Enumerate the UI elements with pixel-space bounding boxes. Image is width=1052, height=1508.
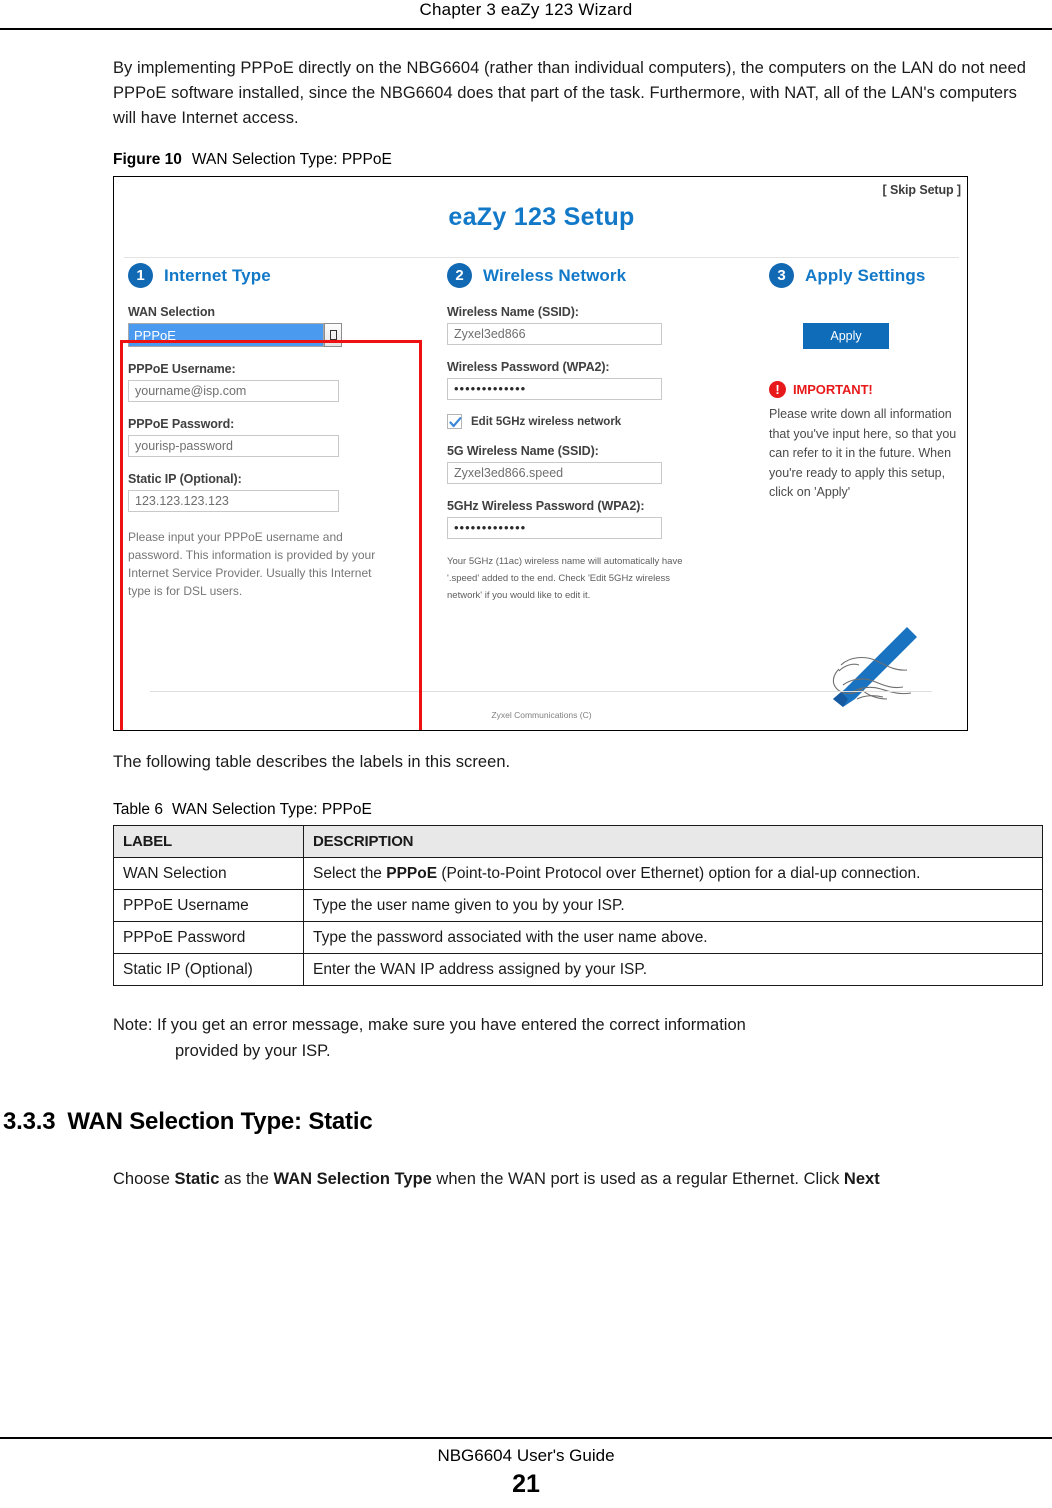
note-line-1: Note: If you get an error message, make … bbox=[113, 1016, 746, 1034]
step-1-badge: 1 bbox=[128, 263, 153, 288]
wireless-5g-password-input[interactable]: ••••••••••••• bbox=[447, 517, 662, 539]
row-description: Select the PPPoE (Point-to-Point Protoco… bbox=[303, 857, 1043, 890]
section-heading: 3.3.3 WAN Selection Type: Static bbox=[3, 1108, 933, 1136]
table-row: PPPoE Password Type the password associa… bbox=[113, 921, 1043, 954]
hand-holding-pen-illustration bbox=[821, 613, 951, 708]
figure-caption: Figure 10 WAN Selection Type: PPPoE bbox=[113, 151, 1043, 169]
static-ip-input[interactable]: 123.123.123.123 bbox=[128, 490, 339, 512]
table-caption-text: WAN Selection Type: PPPoE bbox=[171, 801, 372, 818]
important-header: ! IMPORTANT! bbox=[769, 381, 967, 398]
label-description-table: LABEL DESCRIPTION WAN Selection Select t… bbox=[113, 825, 1043, 986]
wan-selection-select[interactable]: PPPoE bbox=[128, 323, 342, 347]
wireless-5g-ssid-input[interactable]: Zyxel3ed866.speed bbox=[447, 462, 662, 484]
note-line-2: provided by your ISP. bbox=[175, 1042, 331, 1060]
step-1-header: 1 Internet Type bbox=[128, 263, 428, 288]
wireless-5g-password-label: 5GHz Wireless Password (WPA2): bbox=[447, 499, 645, 513]
footer-divider bbox=[0, 1437, 1052, 1439]
column-header-description: DESCRIPTION bbox=[303, 825, 1043, 858]
section-para-part-1: Choose bbox=[113, 1170, 175, 1188]
note-block: Note: If you get an error message, make … bbox=[113, 1012, 1043, 1064]
alert-exclamation-icon: ! bbox=[769, 381, 786, 398]
checkbox-checked-icon[interactable] bbox=[447, 414, 462, 429]
table-header-row: LABEL DESCRIPTION bbox=[113, 825, 1043, 858]
footer-page-number: 21 bbox=[512, 1470, 540, 1498]
section-para-part-2: as the bbox=[219, 1170, 274, 1188]
page-content: By implementing PPPoE directly on the NB… bbox=[3, 56, 1043, 1192]
figure-label: Figure 10 bbox=[113, 151, 182, 168]
desc-post: (Point-to-Point Protocol over Ethernet) … bbox=[437, 865, 921, 882]
step-3-apply-settings: 3 Apply Settings Apply ! IMPORTANT! Plea… bbox=[769, 263, 967, 707]
figure-caption-text: WAN Selection Type: PPPoE bbox=[191, 151, 392, 168]
wan-selection-value: PPPoE bbox=[134, 327, 176, 343]
row-description: Enter the WAN IP address assigned by you… bbox=[303, 953, 1043, 986]
wan-selection-label: WAN Selection bbox=[128, 305, 215, 319]
skip-setup-link[interactable]: [ Skip Setup ] bbox=[883, 183, 962, 197]
section-paragraph: Choose Static as the WAN Selection Type … bbox=[113, 1166, 1043, 1192]
desc-bold: PPPoE bbox=[386, 865, 438, 882]
table-row: PPPoE Username Type the user name given … bbox=[113, 889, 1043, 922]
edit-5ghz-label: Edit 5GHz wireless network bbox=[471, 415, 622, 428]
desc-pre: Select the bbox=[313, 865, 387, 882]
step-3-badge: 3 bbox=[769, 263, 794, 288]
important-text: Please write down all information that y… bbox=[769, 407, 957, 499]
step-1-title: Internet Type bbox=[164, 265, 271, 285]
step-3-header: 3 Apply Settings bbox=[769, 263, 967, 288]
wireless-password-label: Wireless Password (WPA2): bbox=[447, 360, 610, 374]
wireless-password-input[interactable]: ••••••••••••• bbox=[447, 378, 662, 400]
step-2-header: 2 Wireless Network bbox=[447, 263, 717, 288]
step-2-badge: 2 bbox=[447, 263, 472, 288]
running-header: Chapter 3 eaZy 123 Wizard bbox=[419, 0, 633, 19]
section-para-part-3: when the WAN port is used as a regular E… bbox=[431, 1170, 844, 1188]
row-label: PPPoE Username bbox=[113, 889, 304, 922]
intro-paragraph: By implementing PPPoE directly on the NB… bbox=[113, 59, 1026, 127]
section-title: WAN Selection Type: Static bbox=[67, 1108, 373, 1135]
step-1-hint: Please input your PPPoE username and pas… bbox=[128, 530, 376, 598]
table-label: Table 6 bbox=[113, 801, 163, 818]
figure-footer-divider bbox=[150, 691, 932, 692]
after-figure-paragraph: The following table describes the labels… bbox=[113, 753, 511, 771]
wireless-ssid-label: Wireless Name (SSID): bbox=[447, 305, 579, 319]
wizard-screenshot: [ Skip Setup ] eaZy 123 Setup 1 Internet… bbox=[113, 176, 968, 731]
step-2-title: Wireless Network bbox=[483, 265, 627, 285]
row-label: Static IP (Optional) bbox=[113, 953, 304, 986]
title-divider bbox=[124, 257, 959, 258]
step-3-title: Apply Settings bbox=[805, 265, 926, 285]
step-2-wireless-network: 2 Wireless Network Wireless Name (SSID):… bbox=[447, 263, 717, 604]
footer-guide-title: NBG6604 User's Guide bbox=[437, 1446, 615, 1465]
apply-button[interactable]: Apply bbox=[803, 323, 889, 349]
section-para-bold-wan-type: WAN Selection Type bbox=[273, 1170, 432, 1188]
step-2-hint: Your 5GHz (11ac) wireless name will auto… bbox=[447, 556, 683, 601]
pppoe-password-label: PPPoE Password: bbox=[128, 417, 235, 431]
header-divider bbox=[0, 28, 1052, 30]
column-header-label: LABEL bbox=[113, 825, 304, 858]
row-label: WAN Selection bbox=[113, 857, 304, 890]
wireless-5g-ssid-label: 5G Wireless Name (SSID): bbox=[447, 444, 599, 458]
static-ip-label: Static IP (Optional): bbox=[128, 472, 242, 486]
wizard-title: eaZy 123 Setup bbox=[448, 203, 635, 231]
row-description: Type the user name given to you by your … bbox=[303, 889, 1043, 922]
step-1-internet-type: 1 Internet Type WAN Selection PPPoE PPPo… bbox=[128, 263, 428, 600]
section-para-bold-next: Next bbox=[843, 1170, 880, 1188]
row-label: PPPoE Password bbox=[113, 921, 304, 954]
pppoe-password-input[interactable]: yourisp-password bbox=[128, 435, 339, 457]
section-para-bold-static: Static bbox=[174, 1170, 220, 1188]
row-description: Type the password associated with the us… bbox=[303, 921, 1043, 954]
table-caption: Table 6 WAN Selection Type: PPPoE bbox=[113, 801, 1043, 819]
section-number: 3.3.3 bbox=[3, 1108, 56, 1135]
table-row: Static IP (Optional) Enter the WAN IP ad… bbox=[113, 953, 1043, 986]
pppoe-username-label: PPPoE Username: bbox=[128, 362, 236, 376]
important-label: IMPORTANT! bbox=[793, 382, 873, 397]
wizard-columns: 1 Internet Type WAN Selection PPPoE PPPo… bbox=[114, 263, 967, 730]
pppoe-username-input[interactable]: yourname@isp.com bbox=[128, 380, 339, 402]
figure-copyright: Zyxel Communications (C) bbox=[491, 710, 592, 720]
table-row: WAN Selection Select the PPPoE (Point-to… bbox=[113, 857, 1043, 890]
chevron-down-icon[interactable] bbox=[324, 323, 342, 347]
wireless-ssid-input[interactable]: Zyxel3ed866 bbox=[447, 323, 662, 345]
edit-5ghz-checkbox-row[interactable]: Edit 5GHz wireless network bbox=[447, 414, 717, 429]
